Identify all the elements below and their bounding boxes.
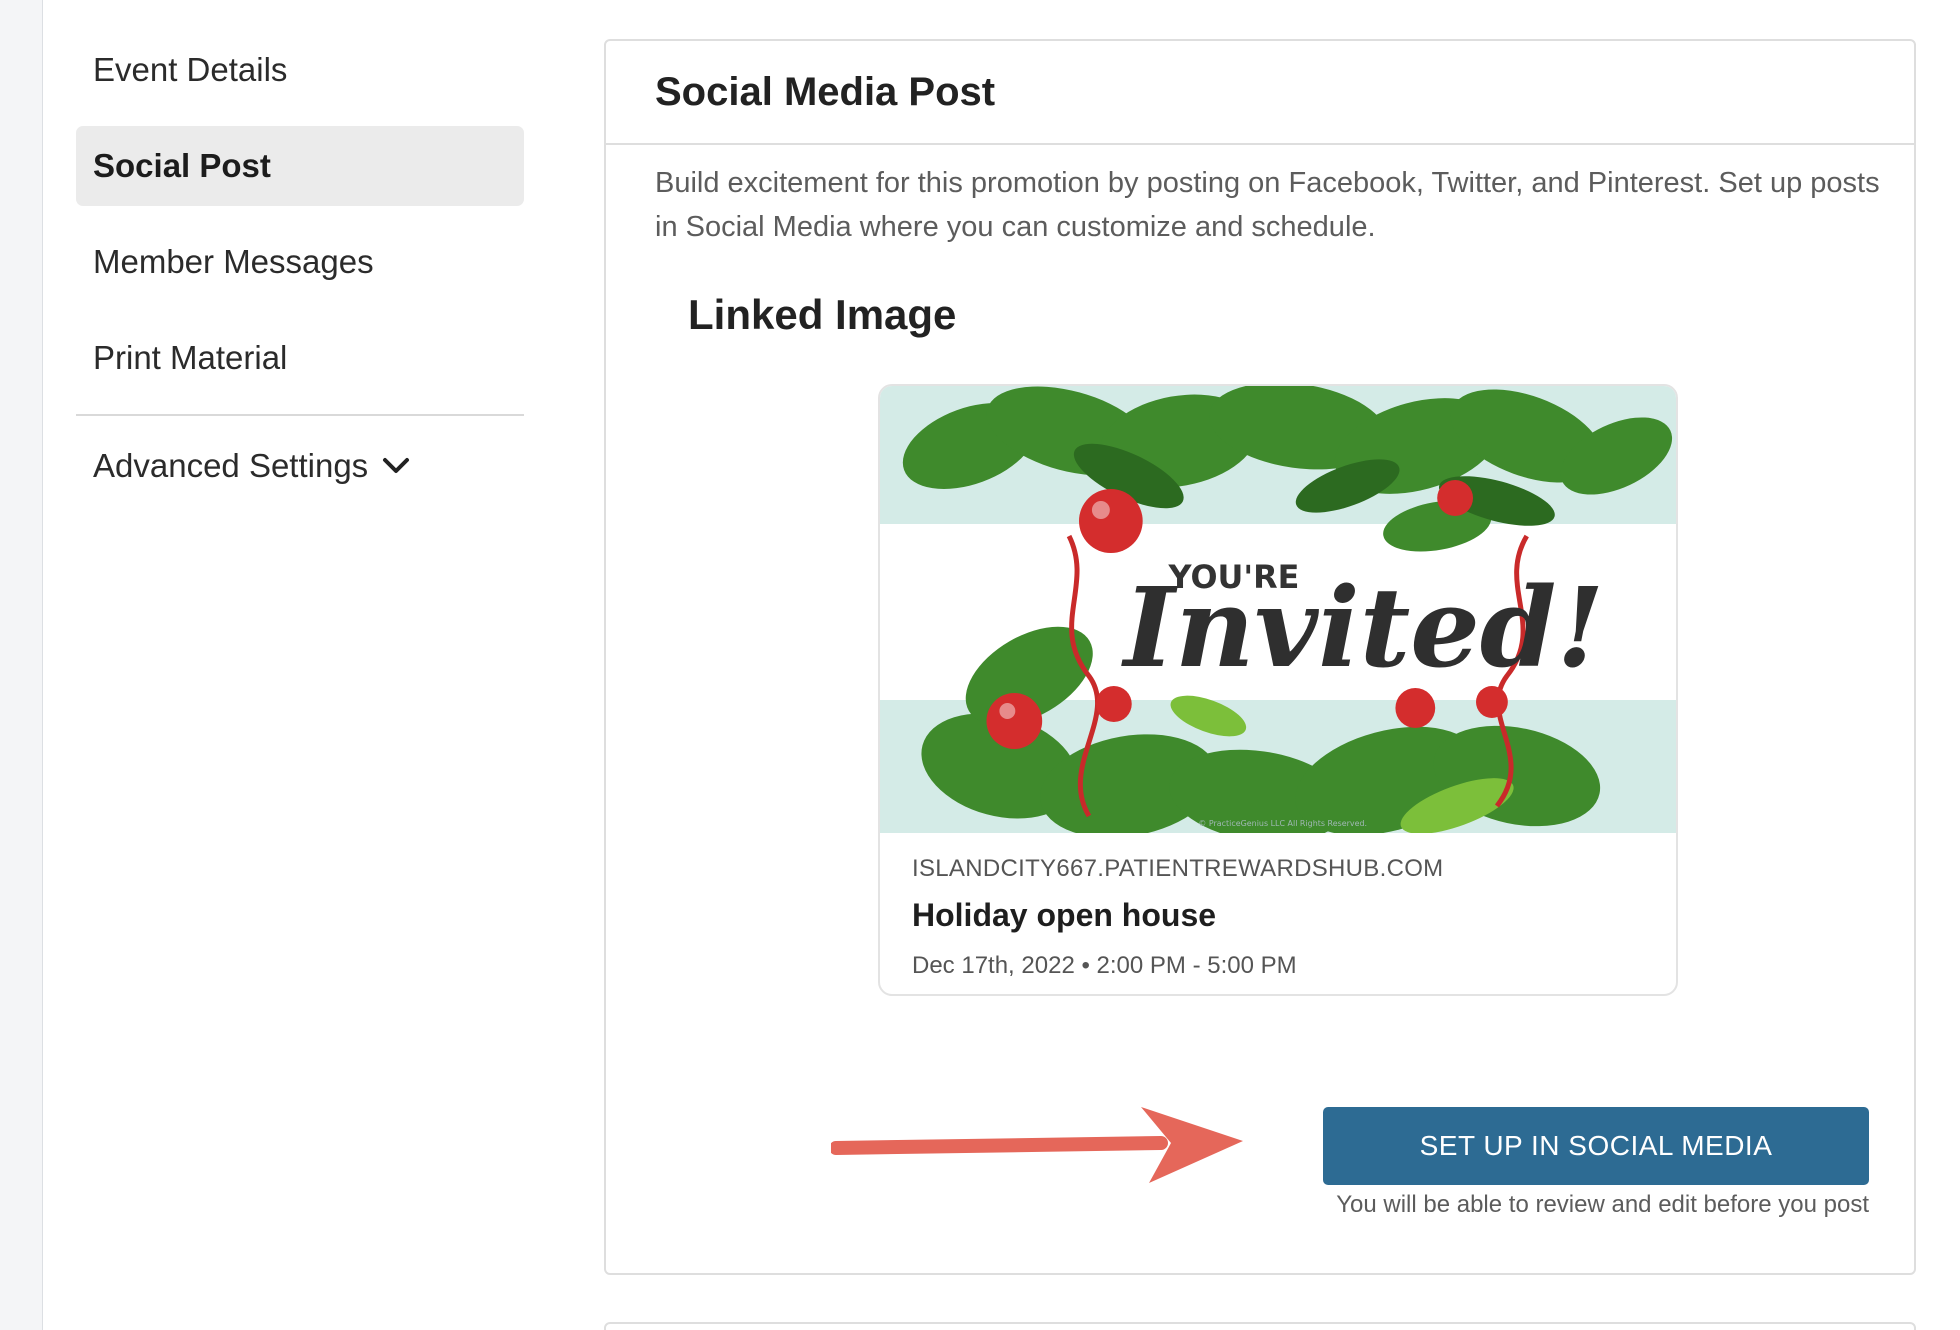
nav-item-print-material[interactable]: Print Material bbox=[76, 318, 524, 398]
image-credit-text: © PracticeGenius LLC All Rights Reserved… bbox=[1198, 819, 1367, 828]
side-navigation: Event Details Social Post Member Message… bbox=[76, 30, 524, 508]
nav-item-social-post[interactable]: Social Post bbox=[76, 126, 524, 206]
link-preview-card[interactable]: YOU'RE Invited! © PracticeGenius LLC All… bbox=[878, 384, 1678, 996]
preview-domain: ISLANDCITY667.PATIENTREWARDSHUB.COM bbox=[912, 855, 1444, 882]
cta-hint-text: You will be able to review and edit befo… bbox=[1336, 1191, 1869, 1218]
preview-date: Dec 17th, 2022 • 2:00 PM - 5:00 PM bbox=[912, 952, 1297, 979]
preview-title: Holiday open house bbox=[912, 897, 1217, 933]
nav-item-label: Member Messages bbox=[93, 243, 374, 280]
advanced-settings-label: Advanced Settings bbox=[93, 447, 369, 484]
next-card-edge bbox=[604, 1322, 1916, 1330]
invitation-image: YOU'RE Invited! © PracticeGenius LLC All… bbox=[880, 386, 1676, 833]
nav-divider bbox=[76, 414, 524, 416]
advanced-settings-toggle[interactable]: Advanced Settings bbox=[76, 424, 524, 508]
linked-image-heading: Linked Image bbox=[688, 291, 957, 338]
nav-item-label: Event Details bbox=[93, 51, 288, 88]
nav-item-label: Social Post bbox=[93, 147, 271, 184]
chevron-down-icon bbox=[383, 458, 410, 473]
set-up-in-social-media-button[interactable]: SET UP IN SOCIAL MEDIA bbox=[1323, 1107, 1869, 1185]
left-rail bbox=[0, 0, 43, 1330]
nav-item-event-details[interactable]: Event Details bbox=[76, 30, 524, 110]
card-description: Build excitement for this promotion by p… bbox=[655, 167, 1880, 243]
link-preview-meta: ISLANDCITY667.PATIENTREWARDSHUB.COM Holi… bbox=[880, 833, 1676, 980]
invitation-large-text: Invited! bbox=[1121, 563, 1605, 692]
arrow-icon bbox=[831, 1107, 1243, 1183]
social-media-post-card: Social Media Post Build excitement for t… bbox=[604, 39, 1916, 1275]
card-title: Social Media Post bbox=[655, 69, 996, 114]
card-header: Social Media Post bbox=[606, 41, 1914, 145]
nav-item-member-messages[interactable]: Member Messages bbox=[76, 222, 524, 302]
nav-item-label: Print Material bbox=[93, 339, 288, 376]
